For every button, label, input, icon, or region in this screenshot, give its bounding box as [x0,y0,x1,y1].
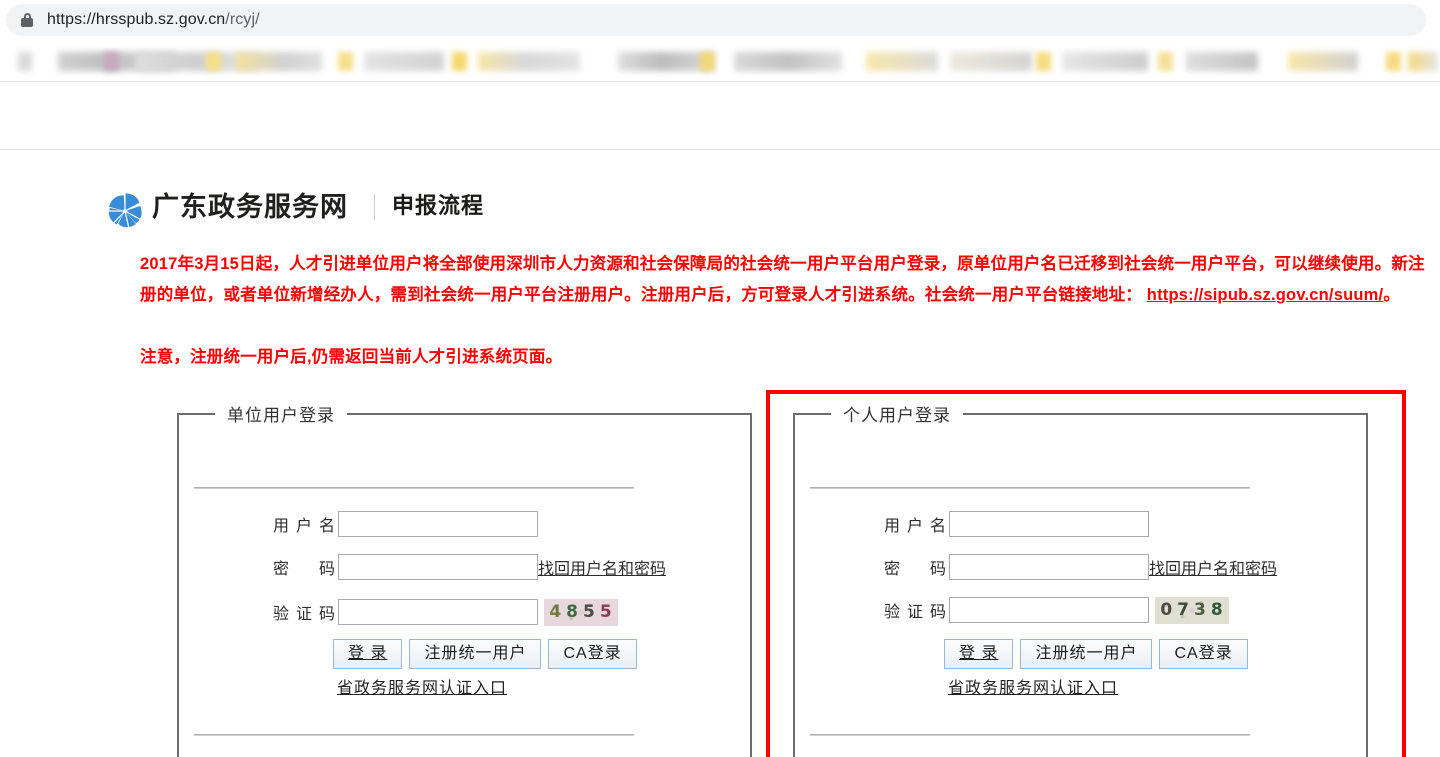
person-login-legend: 个人用户登录 [831,401,963,426]
bookmark-item[interactable] [950,52,1032,71]
unit-captcha-image[interactable]: 4855 [544,599,618,626]
person-captcha-row: 验证码 0738 [884,596,1229,624]
unit-ca-login-button[interactable]: CA登录 [548,639,636,669]
captcha-digit: 4 [549,602,566,622]
bookmark-favicon-icon[interactable] [1386,52,1401,71]
unit-password-input[interactable] [338,554,538,580]
address-bar[interactable]: https://hrsspub.sz.gov.cn/rcyj/ [6,4,1426,36]
captcha-digit: 3 [1194,600,1211,620]
unit-captcha-input[interactable] [338,599,538,625]
person-login-button-label: 登 录 [959,645,998,662]
bookmark-item[interactable] [1408,52,1438,71]
person-username-input[interactable] [949,511,1149,537]
bookmark-item[interactable] [18,52,32,71]
bookmark-favicon-icon[interactable] [700,52,715,71]
captcha-digit: 5 [600,602,617,622]
page-content: 广东政务服务网 申报流程 2017年3月15日起，人才引进单位用户将全部使用深圳… [0,82,1440,757]
url-path: /rcyj/ [225,11,259,28]
person-username-label: 用户名 [884,512,946,536]
notice-text: 2017年3月15日起，人才引进单位用户将全部使用深圳市人力资源和社会保障局的社… [140,249,1425,311]
unified-user-platform-link[interactable]: https://sipub.sz.gov.cn/suum/ [1147,286,1384,304]
person-password-row: 密 码 找回用户名和密码 [884,553,1277,581]
person-ca-login-button[interactable]: CA登录 [1159,639,1247,669]
unit-province-auth-entry-link[interactable]: 省政务服务网认证入口 [337,674,507,698]
url-origin: https://hrsspub.sz.gov.cn [47,11,225,28]
captcha-digit: 7 [1177,600,1194,620]
notice-link-suffix: 。 [1383,286,1400,304]
unit-username-row: 用户名 [273,510,538,538]
unit-password-label: 密 码 [273,555,335,579]
person-register-button[interactable]: 注册统一用户 [1020,639,1152,669]
person-username-row: 用户名 [884,510,1149,538]
brand-title: 广东政务服务网 [152,185,348,224]
unit-password-row: 密 码 找回用户名和密码 [273,553,666,581]
bookmark-favicon-icon[interactable] [338,52,353,71]
bookmark-favicon-icon[interactable] [206,52,221,71]
unit-captcha-row: 验证码 4855 [273,598,618,626]
url-text: https://hrsspub.sz.gov.cn/rcyj/ [47,11,260,29]
person-password-input[interactable] [949,554,1149,580]
unit-captcha-label: 验证码 [273,600,335,624]
person-password-label: 密 码 [884,555,946,579]
person-panel-bottom-rule [810,734,1250,736]
person-login-button[interactable]: 登 录 [944,639,1013,669]
bookmark-favicon-icon[interactable] [1036,52,1051,71]
captcha-digit: 8 [566,602,583,622]
browser-chrome: https://hrsspub.sz.gov.cn/rcyj/ [0,0,1440,82]
unit-register-button[interactable]: 注册统一用户 [409,639,541,669]
notice-line3: 注意，注册统一用户后,仍需返回当前人才引进系统页面。 [140,342,562,373]
bookmark-item[interactable] [236,52,322,71]
unit-button-row: 登 录 注册统一用户 CA登录 [333,639,637,669]
bookmark-favicon-icon[interactable] [104,52,119,71]
person-captcha-input[interactable] [949,597,1149,623]
bookmark-item[interactable] [364,52,444,71]
unit-panel-bottom-rule [194,734,634,736]
captcha-digit: 5 [583,602,600,622]
bookmark-favicon-icon[interactable] [452,52,467,71]
bookmark-item[interactable] [478,52,580,71]
unit-panel-top-rule [194,487,634,489]
unit-forgot-credentials-link[interactable]: 找回用户名和密码 [538,555,666,579]
unit-login-button[interactable]: 登 录 [333,639,402,669]
page-title: 申报流程 [392,188,484,220]
person-panel-top-rule [810,487,1250,489]
person-province-auth-entry-link[interactable]: 省政务服务网认证入口 [948,674,1118,698]
bookmark-item[interactable] [1288,52,1358,71]
unit-login-legend: 单位用户登录 [215,401,347,426]
lock-icon [20,13,34,27]
unit-username-label: 用户名 [273,512,335,536]
bookmark-favicon-icon[interactable] [1158,52,1173,71]
unit-username-input[interactable] [338,511,538,537]
bookmark-item[interactable] [734,52,842,71]
bookmark-item[interactable] [1062,52,1148,71]
brand-separator [374,194,375,220]
person-forgot-credentials-link[interactable]: 找回用户名和密码 [1149,555,1277,579]
person-captcha-label: 验证码 [884,598,946,622]
pinwheel-logo-icon [104,190,146,232]
captcha-digit: 0 [1160,600,1177,620]
unit-login-button-label: 登 录 [348,645,387,662]
person-button-row: 登 录 注册统一用户 CA登录 [944,639,1248,669]
captcha-digit: 8 [1211,600,1228,620]
site-header [0,82,1440,150]
bookmark-item[interactable] [1186,52,1258,71]
person-captcha-image[interactable]: 0738 [1155,597,1229,624]
bookmarks-bar[interactable] [0,44,1440,80]
bookmark-item[interactable] [866,52,938,71]
